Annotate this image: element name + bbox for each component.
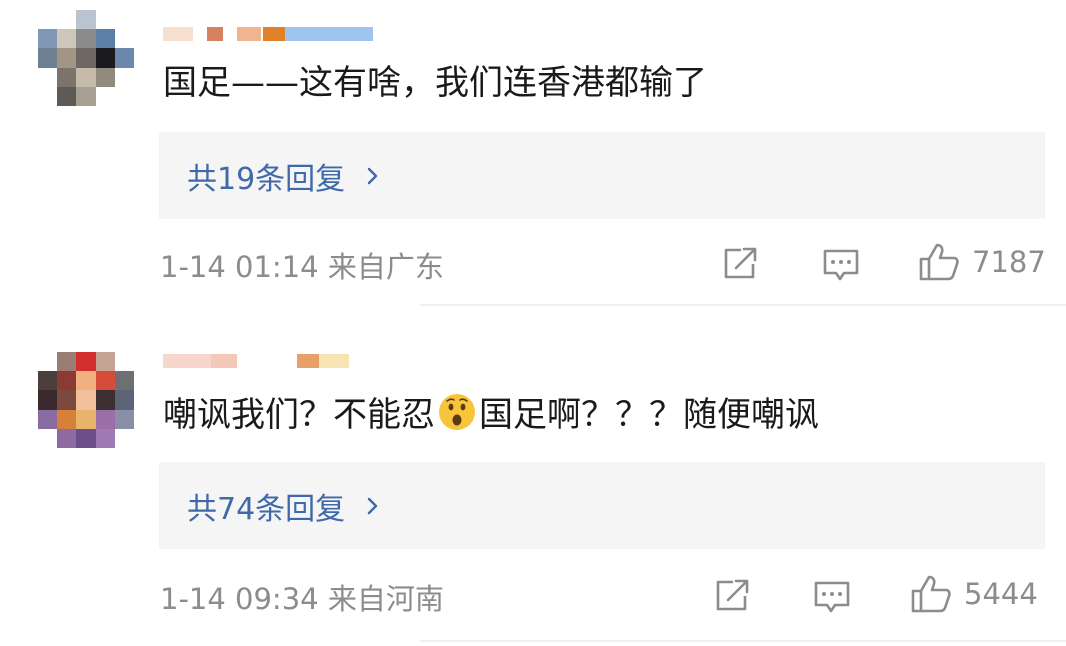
- avatar-pixel: [38, 10, 58, 30]
- comment-button[interactable]: [822, 248, 860, 282]
- avatar-pixel: [76, 86, 96, 106]
- avatar-pixel: [114, 409, 134, 429]
- avatar-pixel: [114, 67, 134, 87]
- avatar-pixel: [95, 371, 115, 391]
- comment-button[interactable]: [813, 580, 851, 614]
- like-count: 7187: [972, 245, 1046, 279]
- username-pixel: [237, 27, 261, 41]
- replies-count-label: 共19条回复: [187, 161, 346, 197]
- comment-text: 国足——这有啥，我们连香港都输了: [163, 63, 707, 103]
- username-pixel: [297, 354, 319, 368]
- avatar-pixel: [38, 409, 58, 429]
- username-pixelated[interactable]: [163, 352, 349, 370]
- replies-count-label: 共74条回复: [187, 491, 346, 527]
- username-pixel: [319, 354, 349, 368]
- username-pixel: [263, 27, 285, 41]
- avatar-pixel: [38, 390, 58, 410]
- avatar-pixel: [114, 390, 134, 410]
- avatar-pixel: [57, 409, 77, 429]
- avatar-pixel: [95, 352, 115, 372]
- avatar-pixel: [38, 29, 58, 49]
- avatar-pixel: [57, 67, 77, 87]
- comment-icon: [823, 249, 859, 281]
- comment-text: 嘲讽我们？不能忍 国足啊？？？随便嘲讽: [163, 392, 819, 438]
- username-pixel: [285, 27, 373, 41]
- avatar-pixel: [38, 86, 58, 106]
- avatar-pixel: [57, 371, 77, 391]
- avatar-pixel: [95, 67, 115, 87]
- avatar-pixel: [57, 352, 77, 372]
- username-pixel: [163, 27, 193, 41]
- avatar-pixel: [95, 390, 115, 410]
- avatar[interactable]: [38, 10, 134, 106]
- comment-text-part: 嘲讽我们？不能忍: [163, 395, 435, 435]
- avatar-pixel: [95, 29, 115, 49]
- avatar-pixel: [57, 10, 77, 30]
- avatar-pixel: [95, 10, 115, 30]
- avatar-pixel: [114, 86, 134, 106]
- chevron-right-icon: [367, 497, 378, 514]
- avatar-pixel: [76, 352, 96, 372]
- avatar-pixel: [57, 86, 77, 106]
- username-pixelated[interactable]: [163, 25, 373, 43]
- comment-item: 国足——这有啥，我们连香港都输了 共19条回复 1-14 01:14 来自广东 …: [0, 0, 1066, 306]
- avatar-pixel: [76, 48, 96, 68]
- avatar-pixel: [114, 10, 134, 30]
- avatar-pixel: [114, 48, 134, 68]
- username-pixel: [163, 354, 211, 368]
- avatar-pixel: [38, 428, 58, 448]
- avatar-pixel: [57, 428, 77, 448]
- avatar-pixel: [76, 428, 96, 448]
- avatar-pixel: [114, 29, 134, 49]
- chevron-right-icon: [367, 167, 378, 184]
- avatar-pixel: [57, 29, 77, 49]
- comment-meta: 1-14 09:34 来自河南: [160, 582, 444, 616]
- avatar-pixel: [95, 409, 115, 429]
- comment-icon: [814, 581, 850, 613]
- like-count: 5444: [964, 577, 1038, 611]
- share-button[interactable]: [722, 246, 760, 280]
- share-icon: [724, 247, 757, 279]
- share-button[interactable]: [714, 578, 752, 612]
- avatar[interactable]: [38, 352, 134, 448]
- replies-expander[interactable]: 共74条回复: [159, 462, 1045, 549]
- comment-item: 嘲讽我们？不能忍 国足啊？？？随便嘲讽 共74条回复 1-14 09:34 来自…: [0, 306, 1066, 646]
- share-icon: [716, 579, 749, 611]
- thumbs-up-icon: [911, 575, 951, 613]
- avatar-pixel: [114, 371, 134, 391]
- username-pixel: [207, 27, 223, 41]
- comment-meta: 1-14 01:14 来自广东: [160, 250, 444, 284]
- avatar-pixel: [76, 390, 96, 410]
- avatar-pixel: [76, 29, 96, 49]
- like-button[interactable]: 7187: [918, 242, 1046, 282]
- thumbs-up-icon: [919, 243, 959, 281]
- avatar-pixel: [95, 86, 115, 106]
- avatar-pixel: [95, 48, 115, 68]
- avatar-pixel: [76, 10, 96, 30]
- avatar-pixel: [38, 371, 58, 391]
- comment-text-part: 国足啊？？？随便嘲讽: [479, 395, 819, 435]
- avatar-pixel: [76, 409, 96, 429]
- avatar-pixel: [57, 390, 77, 410]
- avatar-pixel: [38, 48, 58, 68]
- avatar-pixel: [114, 352, 134, 372]
- avatar-pixel: [57, 48, 77, 68]
- avatar-pixel: [38, 352, 58, 372]
- hushed-face-emoji-icon: [439, 394, 475, 430]
- replies-expander[interactable]: 共19条回复: [159, 132, 1045, 219]
- avatar-pixel: [114, 428, 134, 448]
- username-pixel: [211, 354, 237, 368]
- avatar-pixel: [95, 428, 115, 448]
- avatar-pixel: [76, 371, 96, 391]
- divider: [420, 640, 1066, 642]
- avatar-pixel: [76, 67, 96, 87]
- like-button[interactable]: 5444: [910, 574, 1038, 614]
- avatar-pixel: [38, 67, 58, 87]
